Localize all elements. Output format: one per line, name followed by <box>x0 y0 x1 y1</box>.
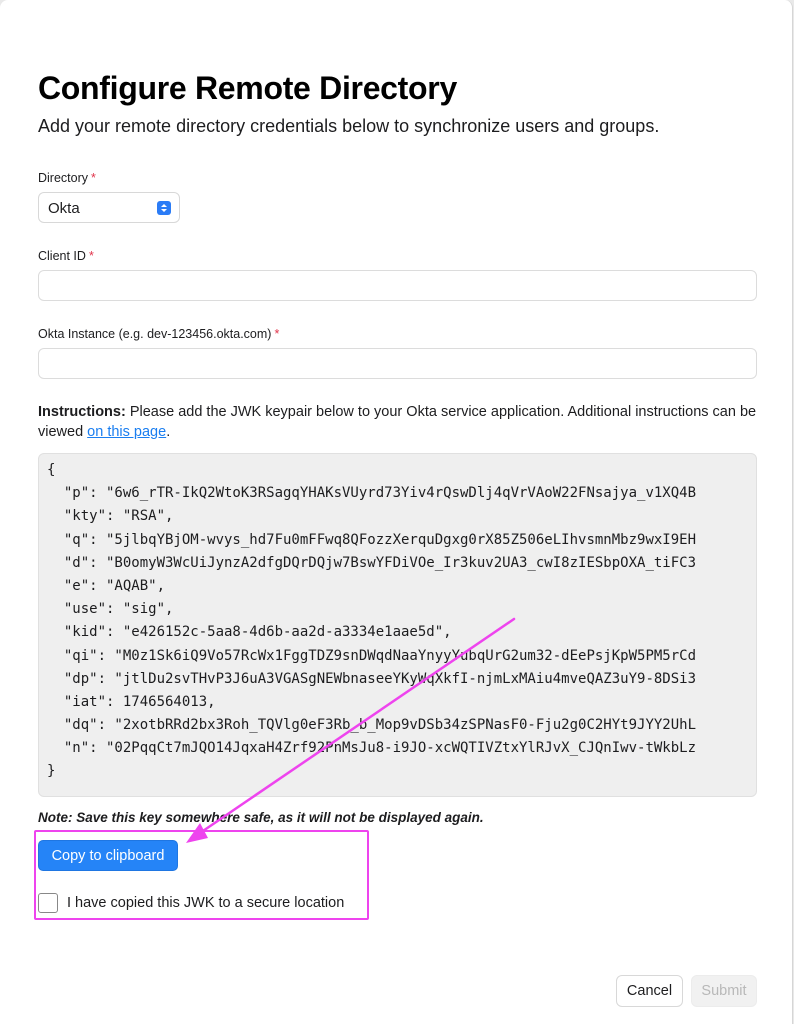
jwk-line: "use": "sig", <box>47 601 174 618</box>
okta-instance-input[interactable] <box>38 348 757 379</box>
client-id-label: Client ID * <box>38 249 94 263</box>
instructions-text: Instructions: Please add the JWK keypair… <box>38 402 758 442</box>
jwk-code-block[interactable]: { "p": "6w6_rTR-IkQ2WtoK3RSagqYHAKsVUyrd… <box>38 453 757 797</box>
submit-button: Submit <box>691 975 757 1007</box>
jwk-line: "q": "5jlbqYBjOM-wvys_hd7Fu0mFFwq8QFozzX… <box>47 531 697 548</box>
okta-instance-label: Okta Instance (e.g. dev-123456.okta.com)… <box>38 327 279 341</box>
jwk-line: "dq": "2xotbRRd2bx3Roh_TQVlg0eF3Rb_b_Mop… <box>47 717 697 734</box>
jwk-line: "qi": "M0z1Sk6iQ9Vo57RcWx1FggTDZ9snDWqdN… <box>47 647 697 664</box>
copy-to-clipboard-button[interactable]: Copy to clipboard <box>38 840 178 871</box>
jwk-line: "p": "6w6_rTR-IkQ2WtoK3RSagqYHAKsVUyrd73… <box>47 485 697 502</box>
save-key-note: Note: Save this key somewhere safe, as i… <box>38 810 484 825</box>
client-id-input[interactable] <box>38 270 757 301</box>
jwk-line: } <box>47 763 56 780</box>
jwk-line: "dp": "jtlDu2svTHvP3J6uA3VGASgNEWbnaseeY… <box>47 670 697 687</box>
configure-remote-directory-modal: Configure Remote Directory Add your remo… <box>0 0 793 1024</box>
jwk-line: "n": "02PqqCt7mJQO14JqxaH4Zrf92PnMsJu8-i… <box>47 740 697 757</box>
confirm-copied-label: I have copied this JWK to a secure locat… <box>67 895 345 911</box>
instructions-link[interactable]: on this page <box>87 424 166 440</box>
confirm-copied-checkbox[interactable] <box>38 893 58 913</box>
cancel-button[interactable]: Cancel <box>616 975 683 1007</box>
jwk-line: { <box>47 462 56 478</box>
directory-select-value: Okta <box>48 200 80 217</box>
required-asterisk: * <box>91 171 96 185</box>
jwk-line: "kid": "e426152c-5aa8-4d6b-aa2d-a3334e1a… <box>47 624 452 641</box>
page-subtitle: Add your remote directory credentials be… <box>38 116 660 136</box>
page-title: Configure Remote Directory <box>38 70 457 106</box>
jwk-line: "e": "AQAB", <box>47 577 166 594</box>
jwk-line: "kty": "RSA", <box>47 508 174 525</box>
okta-instance-label-text: Okta Instance (e.g. dev-123456.okta.com) <box>38 327 272 341</box>
required-asterisk: * <box>88 249 94 263</box>
select-stepper-icon <box>157 201 171 215</box>
directory-select[interactable]: Okta <box>38 192 180 223</box>
instructions-prefix: Instructions: <box>38 404 126 420</box>
directory-label: Directory * <box>38 171 96 185</box>
jwk-line: "d": "B0omyW3WcUiJynzA2dfgDQrDQjw7BswYFD… <box>47 554 697 571</box>
confirm-copied-row[interactable]: I have copied this JWK to a secure locat… <box>38 893 344 913</box>
instructions-end: . <box>166 424 171 440</box>
jwk-line: "iat": 1746564013, <box>47 693 216 710</box>
required-asterisk: * <box>274 327 280 341</box>
client-id-label-text: Client ID <box>38 249 86 263</box>
directory-label-text: Directory <box>38 171 89 185</box>
